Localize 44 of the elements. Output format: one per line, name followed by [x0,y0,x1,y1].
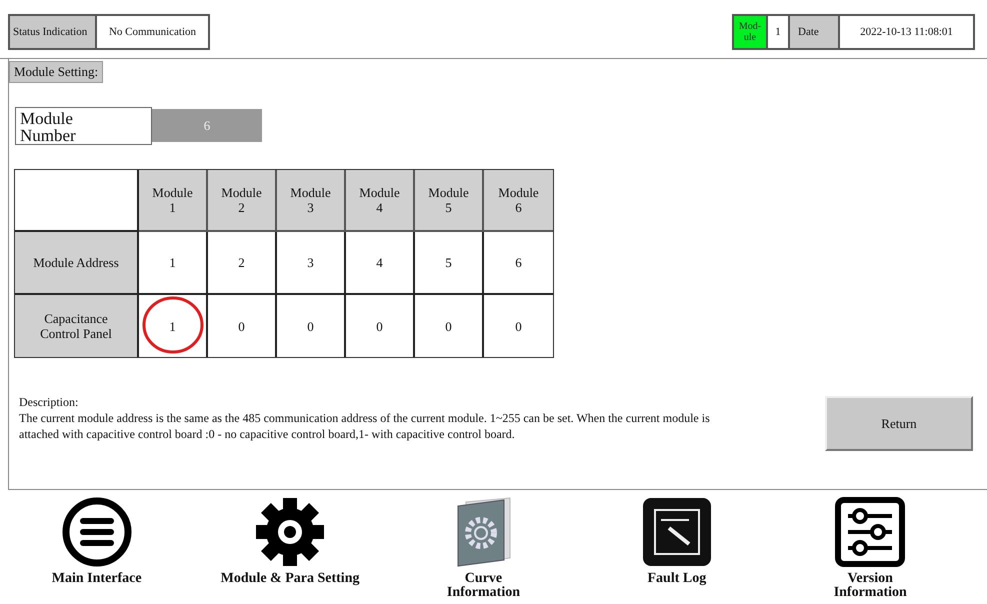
return-button[interactable]: Return [825,396,973,451]
cell-value: 0 [445,318,452,334]
sliders-icon [834,496,906,568]
cell-value: 2 [238,255,245,270]
cell-value: 0 [238,318,245,334]
cell-value: 0 [307,318,314,334]
nav-item[interactable]: Fault Log [582,496,772,600]
pencil-screen-icon [640,496,713,568]
cell-value: 1 [169,255,176,270]
date-value: 2022-10-13 11:08:01 [840,14,975,50]
nav-item[interactable]: Module & Para Setting [195,496,386,600]
table-cell[interactable]: 1 [139,232,208,295]
cell-value: 6 [515,255,522,270]
nav-item[interactable]: Curve Information [388,496,578,600]
nav-item[interactable]: Main Interface [2,496,192,600]
table-cell[interactable]: 3 [277,232,346,295]
column-header: Module 1 [139,170,208,232]
cell-value: 1 [169,318,176,334]
column-header: Module 5 [415,170,484,232]
column-header: Module 6 [484,170,553,232]
cell-value: 0 [376,318,383,334]
module-label: Mod-ule [732,14,768,50]
description-title: Description: [19,394,80,410]
column-header: Module 2 [208,170,277,232]
description-text: The current module address is the same as the 485 communication address of the current module. 1~255 can be set. When the current module is attached with capacitive control board :0 - no capacitive control board,1- with capacitive control board. [19,410,711,442]
section-title: Module Setting: [9,61,104,83]
date-label: Date [790,14,840,50]
status-value: No Communication [97,14,210,50]
cell-value: 0 [515,318,522,334]
table-cell[interactable]: 4 [346,232,415,295]
row-label: Module Address [15,232,139,295]
cell-value: 4 [376,255,383,270]
menu-icon [60,496,133,568]
module-number-label: Module Number [15,107,152,145]
cell-value: 5 [445,255,452,270]
settings-icon [254,496,326,568]
table-cell[interactable]: 5 [415,232,484,295]
column-header: Module 4 [346,170,415,232]
nav-item[interactable]: Version Information [775,496,966,600]
status-label: Status Indication [8,14,97,50]
table-cell[interactable]: 2 [208,232,277,295]
column-header: Module 3 [277,170,346,232]
cell-value: 3 [307,255,314,270]
row-label: Capacitance Control Panel [15,295,139,357]
